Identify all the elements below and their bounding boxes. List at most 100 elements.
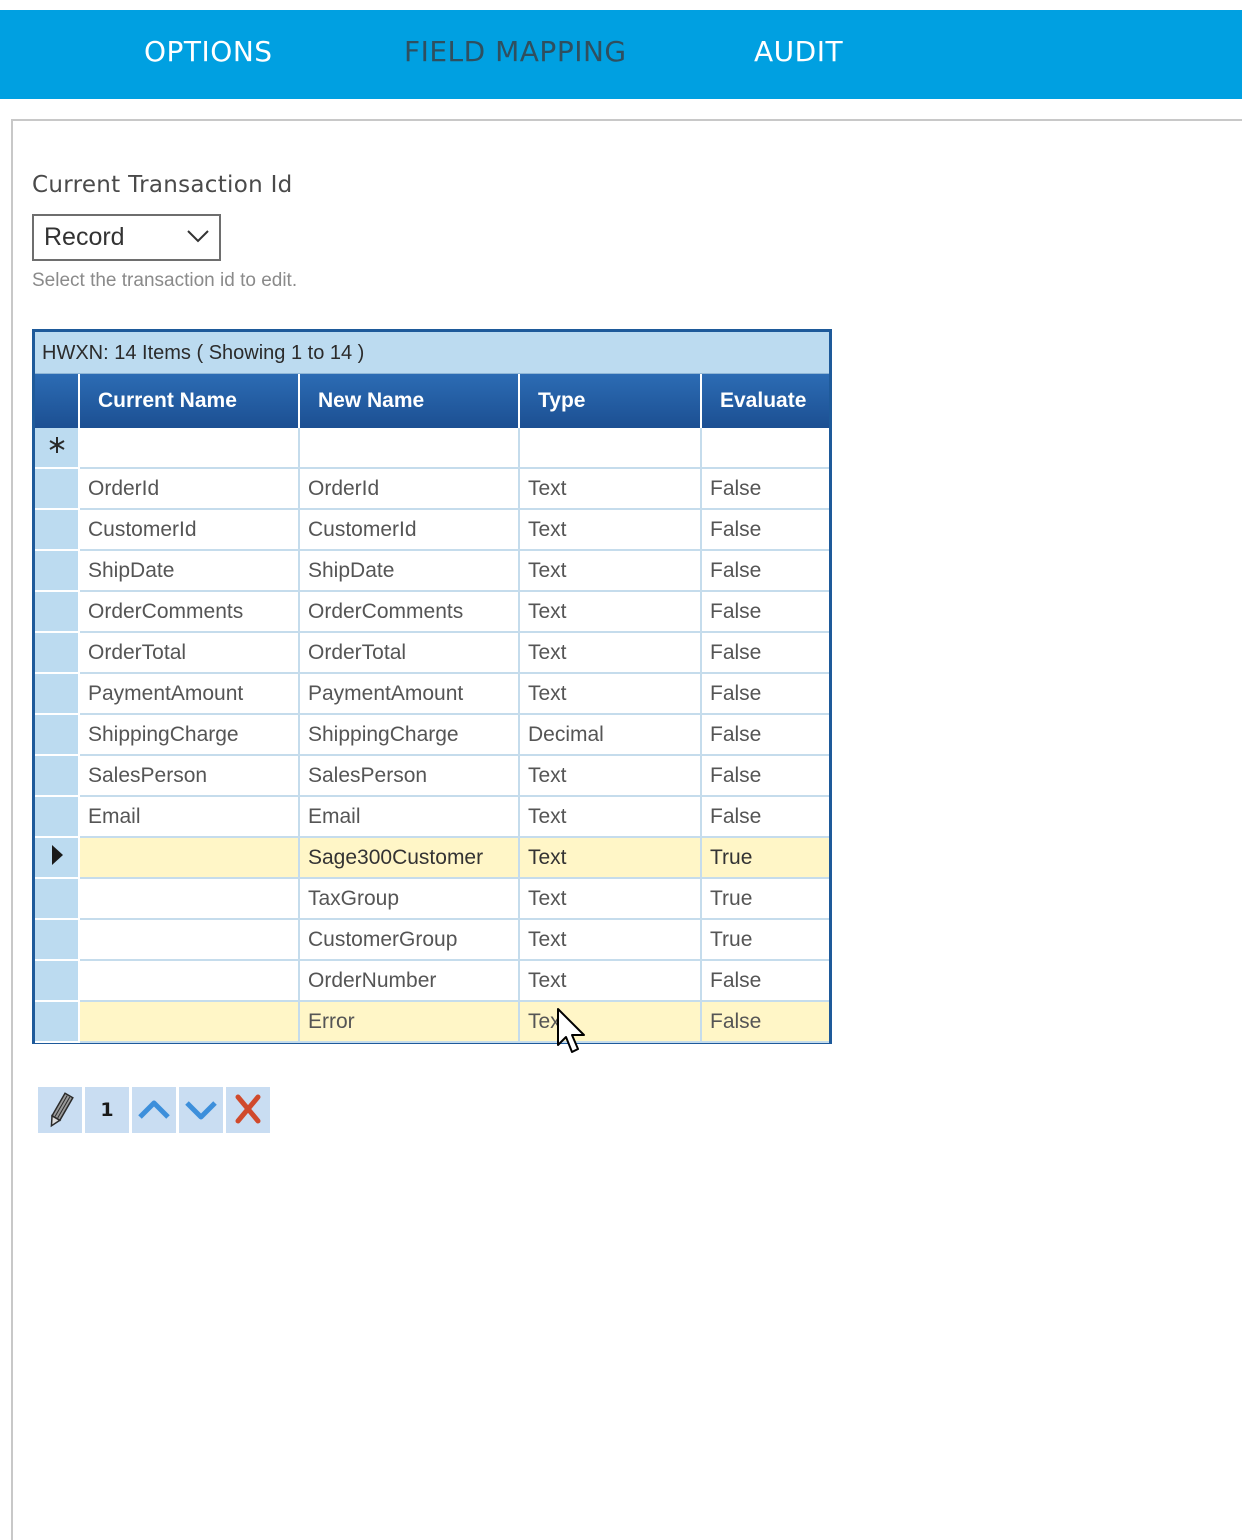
row-selector[interactable] (35, 673, 80, 715)
current-name-cell[interactable] (79, 837, 300, 879)
table-row[interactable]: CustomerGroup Text True (35, 919, 829, 961)
new-name-cell[interactable]: Error (299, 1001, 520, 1043)
new-name-cell[interactable]: ShippingCharge (299, 714, 520, 756)
table-row[interactable]: OrderComments OrderComments Text False (35, 591, 829, 633)
current-name-cell[interactable]: ShippingCharge (79, 714, 300, 756)
type-cell[interactable]: Text (519, 509, 702, 551)
type-cell[interactable]: Text (519, 837, 702, 879)
column-header-new-name[interactable]: New Name (299, 374, 520, 428)
row-selector[interactable] (35, 960, 80, 1002)
new-row-cell[interactable] (79, 428, 300, 469)
row-selector[interactable] (35, 878, 80, 920)
table-row[interactable]: OrderTotal OrderTotal Text False (35, 632, 829, 674)
table-row[interactable]: OrderNumber Text False (35, 960, 829, 1002)
type-cell[interactable]: Text (519, 591, 702, 633)
table-row[interactable]: ShipDate ShipDate Text False (35, 550, 829, 592)
new-name-cell[interactable]: ShipDate (299, 550, 520, 592)
current-name-cell[interactable]: OrderTotal (79, 632, 300, 674)
table-row[interactable]: OrderId OrderId Text False (35, 468, 829, 510)
new-name-cell[interactable]: OrderNumber (299, 960, 520, 1002)
type-cell[interactable]: Text (519, 632, 702, 674)
evaluate-cell[interactable]: False (701, 714, 829, 756)
new-row-cell[interactable] (519, 428, 702, 469)
type-cell[interactable]: Text (519, 960, 702, 1002)
move-down-button[interactable] (179, 1087, 223, 1133)
type-cell[interactable]: Text (519, 550, 702, 592)
current-name-cell[interactable]: PaymentAmount (79, 673, 300, 715)
new-row-cell[interactable] (299, 428, 520, 469)
table-row[interactable]: ShippingCharge ShippingCharge Decimal False (35, 714, 829, 756)
row-selector[interactable] (35, 919, 80, 961)
column-header-current-name[interactable]: Current Name (79, 374, 300, 428)
current-name-cell[interactable]: CustomerId (79, 509, 300, 551)
edit-button[interactable] (38, 1087, 82, 1133)
evaluate-cell[interactable]: False (701, 673, 829, 715)
table-row[interactable]: Sage300Customer Text True (35, 837, 829, 879)
evaluate-cell[interactable]: False (701, 591, 829, 633)
new-name-cell[interactable]: TaxGroup (299, 878, 520, 920)
new-name-cell[interactable]: OrderComments (299, 591, 520, 633)
type-cell[interactable]: Text (519, 919, 702, 961)
new-name-cell[interactable]: SalesPerson (299, 755, 520, 797)
move-up-button[interactable] (132, 1087, 176, 1133)
new-row-selector[interactable] (35, 428, 80, 469)
current-name-cell[interactable] (79, 1001, 300, 1043)
row-selector[interactable] (35, 796, 80, 838)
tab-options[interactable]: OPTIONS (144, 35, 273, 68)
column-header-type[interactable]: Type (519, 374, 702, 428)
type-cell[interactable]: Text (519, 878, 702, 920)
new-name-cell[interactable]: Sage300Customer (299, 837, 520, 879)
table-row[interactable]: Error Text False (35, 1001, 829, 1043)
evaluate-cell[interactable]: False (701, 550, 829, 592)
current-name-cell[interactable]: OrderComments (79, 591, 300, 633)
evaluate-cell[interactable]: True (701, 837, 829, 879)
new-name-cell[interactable]: CustomerGroup (299, 919, 520, 961)
new-name-cell[interactable]: OrderId (299, 468, 520, 510)
current-name-cell[interactable]: ShipDate (79, 550, 300, 592)
row-selector[interactable] (35, 837, 80, 879)
row-selector[interactable] (35, 714, 80, 756)
new-name-cell[interactable]: Email (299, 796, 520, 838)
evaluate-cell[interactable]: False (701, 960, 829, 1002)
transaction-id-select[interactable]: Record (32, 214, 221, 261)
current-name-cell[interactable] (79, 919, 300, 961)
table-row[interactable]: TaxGroup Text True (35, 878, 829, 920)
current-name-cell[interactable] (79, 878, 300, 920)
row-selector[interactable] (35, 632, 80, 674)
row-selector[interactable] (35, 755, 80, 797)
current-name-cell[interactable]: OrderId (79, 468, 300, 510)
new-name-cell[interactable]: PaymentAmount (299, 673, 520, 715)
new-row-cell[interactable] (701, 428, 829, 469)
row-selector[interactable] (35, 591, 80, 633)
tab-field-mapping[interactable]: FIELD MAPPING (404, 35, 627, 68)
column-header-evaluate[interactable]: Evaluate (701, 374, 829, 428)
current-name-cell[interactable]: SalesPerson (79, 755, 300, 797)
new-name-cell[interactable]: CustomerId (299, 509, 520, 551)
evaluate-cell[interactable]: True (701, 919, 829, 961)
row-selector[interactable] (35, 468, 80, 510)
type-cell[interactable]: Text (519, 755, 702, 797)
evaluate-cell[interactable]: True (701, 878, 829, 920)
evaluate-cell[interactable]: False (701, 468, 829, 510)
type-cell[interactable]: Decimal (519, 714, 702, 756)
new-row[interactable] (35, 428, 829, 469)
table-row[interactable]: CustomerId CustomerId Text False (35, 509, 829, 551)
type-cell[interactable]: Text (519, 796, 702, 838)
type-cell[interactable]: Text (519, 1001, 702, 1043)
table-row[interactable]: PaymentAmount PaymentAmount Text False (35, 673, 829, 715)
row-selector[interactable] (35, 550, 80, 592)
evaluate-cell[interactable]: False (701, 632, 829, 674)
delete-button[interactable] (226, 1087, 270, 1133)
tab-audit[interactable]: AUDIT (754, 35, 843, 68)
type-cell[interactable]: Text (519, 673, 702, 715)
table-row[interactable]: SalesPerson SalesPerson Text False (35, 755, 829, 797)
table-row[interactable]: Email Email Text False (35, 796, 829, 838)
page-number-button[interactable]: 1 (85, 1087, 129, 1133)
evaluate-cell[interactable]: False (701, 1001, 829, 1043)
evaluate-cell[interactable]: False (701, 796, 829, 838)
current-name-cell[interactable]: Email (79, 796, 300, 838)
evaluate-cell[interactable]: False (701, 755, 829, 797)
row-selector[interactable] (35, 1001, 80, 1043)
current-name-cell[interactable] (79, 960, 300, 1002)
type-cell[interactable]: Text (519, 468, 702, 510)
